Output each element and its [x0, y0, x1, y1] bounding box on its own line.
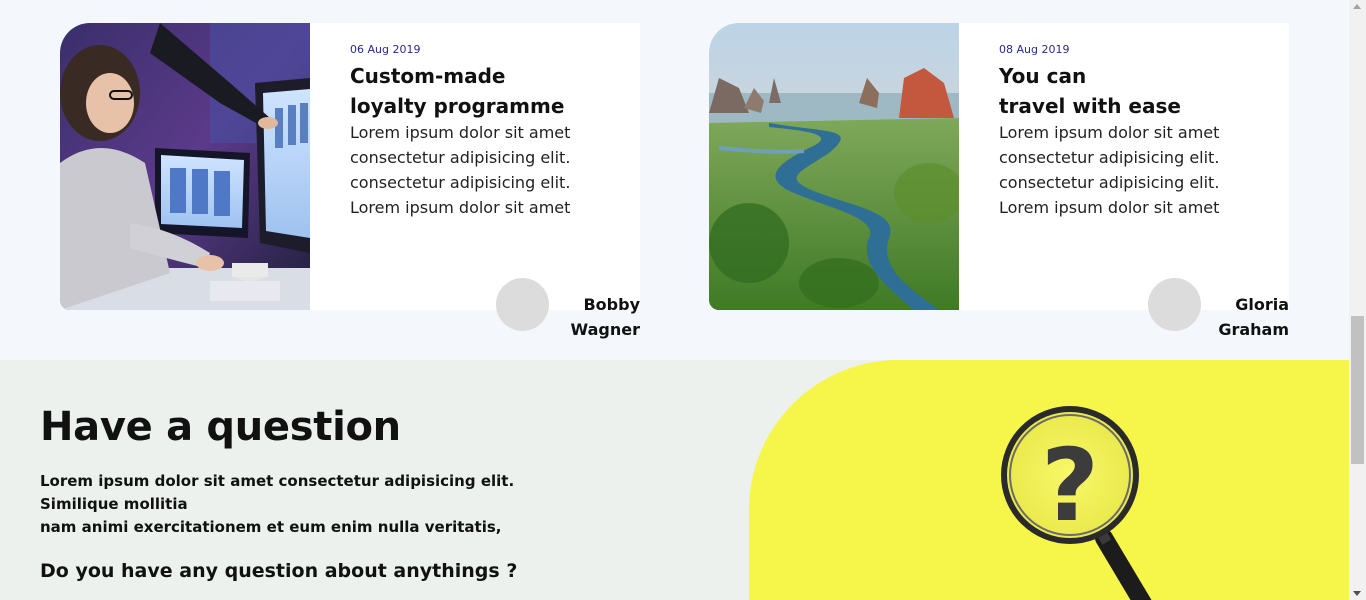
question-text: Lorem ipsum dolor sit amet consectetur a… [40, 470, 560, 539]
author-avatar [1148, 278, 1201, 331]
scroll-up-arrow-icon[interactable] [1353, 4, 1361, 9]
author-name-line: Wagner [570, 320, 640, 339]
author-name-line: Graham [1218, 320, 1289, 339]
blog-card-excerpt-line: consectetur adipisicing elit. [350, 148, 571, 167]
question-title: Have a question [40, 404, 401, 450]
blog-card-title[interactable]: You can travel with ease [999, 61, 1279, 121]
page: 06 Aug 2019 Custom-made loyalty programm… [0, 0, 1349, 600]
author-name: Bobby Wagner [571, 292, 640, 342]
blog-card-date: 06 Aug 2019 [350, 43, 421, 56]
question-section: Have a question Lorem ipsum dolor sit am… [0, 360, 1349, 600]
blog-card-excerpt: Lorem ipsum dolor sit amet consectetur a… [999, 120, 1284, 220]
blog-card-excerpt-line: Lorem ipsum dolor sit amet [350, 198, 571, 217]
svg-text:?: ? [1041, 427, 1099, 544]
scroll-down-arrow-icon[interactable] [1353, 591, 1361, 596]
blog-card-title[interactable]: Custom-made loyalty programme [350, 61, 630, 121]
blog-card-date: 08 Aug 2019 [999, 43, 1070, 56]
blog-card-excerpt-line: Lorem ipsum dolor sit amet [350, 123, 571, 142]
author-name-line: Bobby [583, 295, 640, 314]
blog-card[interactable]: 08 Aug 2019 You can travel with ease Lor… [709, 23, 1289, 339]
blog-card-image [709, 23, 959, 310]
question-text-line: nam animi exercitationem et eum enim nul… [40, 518, 502, 536]
blog-card-image [60, 23, 310, 310]
blog-card-excerpt-line: consectetur adipisicing elit. [999, 148, 1220, 167]
magnifier-question-image: ? [749, 360, 1349, 600]
author-avatar [496, 278, 549, 331]
page-scrollbar[interactable] [1349, 0, 1366, 600]
blog-card-excerpt-line: Lorem ipsum dolor sit amet [999, 123, 1220, 142]
blog-card-excerpt: Lorem ipsum dolor sit amet consectetur a… [350, 120, 635, 220]
blog-card-excerpt-line: Lorem ipsum dolor sit amet [999, 198, 1220, 217]
author-name: Gloria Graham [1218, 292, 1289, 342]
blog-card-excerpt-line: consectetur adipisicing elit. [350, 173, 571, 192]
blog-card-title-line: travel with ease [999, 94, 1181, 118]
question-subtitle: Do you have any question about anythings… [40, 560, 518, 582]
blog-card-title-line: Custom-made [350, 64, 506, 88]
blog-card-excerpt-line: consectetur adipisicing elit. [999, 173, 1220, 192]
blog-section: 06 Aug 2019 Custom-made loyalty programm… [0, 0, 1349, 360]
blog-card-body: 08 Aug 2019 You can travel with ease Lor… [959, 23, 1289, 310]
blog-card-title-line: loyalty programme [350, 94, 565, 118]
blog-card-body: 06 Aug 2019 Custom-made loyalty programm… [310, 23, 640, 310]
blog-card[interactable]: 06 Aug 2019 Custom-made loyalty programm… [60, 23, 640, 339]
blog-card-title-line: You can [999, 64, 1087, 88]
scrollbar-thumb[interactable] [1351, 316, 1364, 464]
question-text-line: Lorem ipsum dolor sit amet consectetur a… [40, 472, 515, 513]
author-name-line: Gloria [1235, 295, 1289, 314]
